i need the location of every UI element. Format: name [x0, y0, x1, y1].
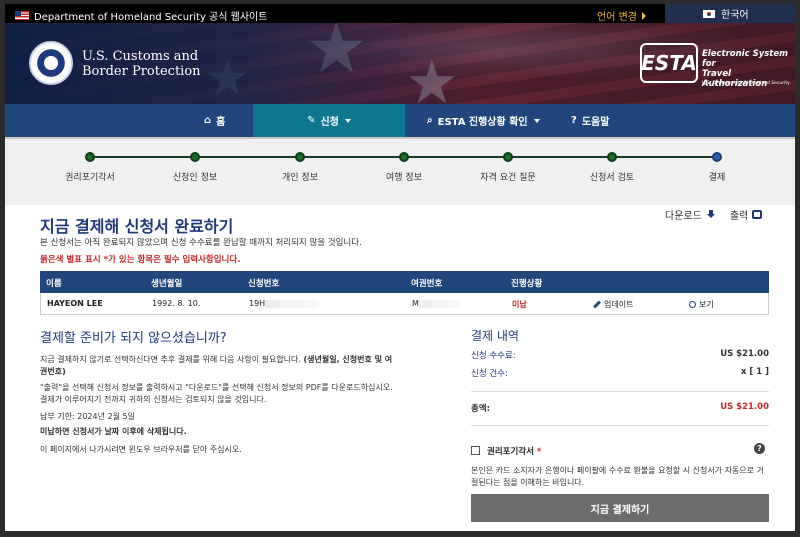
cbp-logo-text[interactable]: U.S. Customs and Border Protection [82, 49, 201, 79]
page-actions: 다운로드 출력 [665, 207, 763, 222]
print-link[interactable]: 출력 [730, 207, 763, 222]
pencil-icon: ✎ [307, 115, 316, 126]
applicant-dob: 1992. 8. 10. [152, 299, 201, 308]
progress-step-dot [295, 152, 305, 162]
passport-number: M [412, 299, 459, 308]
question-icon: ? [571, 115, 577, 126]
chevron-down-icon [344, 118, 351, 123]
nav-home[interactable]: ⌂ 홈 [204, 104, 225, 137]
progress-step-label: 개인 정보 [282, 173, 318, 183]
top-bar: Department of Homeland Security 공식 웹사이트 … [5, 4, 795, 23]
progress-step-label: 신청인 정보 [172, 173, 218, 183]
payment-summary-heading: 결제 내역 [471, 329, 519, 343]
language-change-link[interactable]: 언어 변경 [597, 8, 646, 23]
progress-step-dot [190, 152, 200, 162]
search-icon [689, 301, 696, 308]
col-dob: 생년월일 [151, 279, 183, 289]
incomplete-notice: 본 신청서는 아직 완료되지 않았으며 신청 수수료를 완납할 때까지 처리되지… [40, 238, 362, 248]
count-value: x [ 1 ] [740, 367, 769, 377]
help-icon[interactable]: ? [754, 443, 765, 454]
site-header: ★ ★ ★ U.S. Customs and Border Protection… [5, 23, 795, 104]
col-name: 이름 [46, 279, 62, 289]
col-status: 진행상황 [511, 279, 543, 289]
esta-logo[interactable]: ESTA Electronic System for Travel Author… [640, 43, 790, 89]
download-icon [706, 209, 716, 220]
refund-disclaimer: 본인은 카드 소지자가 은행이나 페이팔에 수수료 환불을 요청할 시 신청서가… [471, 466, 764, 487]
divider [471, 391, 769, 392]
application-table: 이름 생년월일 신청번호 여권번호 진행상황 HAYEON LEE 1992. … [40, 271, 769, 315]
official-site-label: Department of Homeland Security 공식 웹사이트 [34, 12, 268, 23]
deletion-warning: 미납하면 신청서가 날짜 이후에 삭제됩니다. [40, 427, 187, 436]
progress-step-label: 결제 [708, 173, 726, 183]
application-number: 19H [249, 299, 320, 308]
progress-step-dot [712, 152, 722, 162]
not-ready-section: 결제할 준비가 되지 않으셨습니까? 지금 결제하지 않기로 선택하신다면 추후… [40, 327, 395, 456]
progress-step-dot [503, 152, 513, 162]
progress-step-label: 여행 정보 [386, 173, 422, 183]
korea-flag-icon [703, 9, 715, 18]
progress-step-label: 자격 요건 질문 [480, 173, 536, 183]
waiver-checkbox-label[interactable]: 권리포기각서 * [487, 445, 541, 457]
esta-subtitle: U.S. Department of Homeland Security [702, 81, 790, 86]
main-content: 지금 결제해 신청서 완료하기 다운로드 출력 본 신청서는 아직 완료되지 않… [5, 205, 795, 531]
due-date: 납부 기한: 2024년 2월 5일 [40, 412, 135, 421]
download-link[interactable]: 다운로드 [665, 207, 716, 222]
print-icon [752, 210, 763, 219]
table-header: 이름 생년월일 신청번호 여권번호 진행상황 [40, 271, 769, 293]
us-flag-icon [15, 11, 29, 20]
pencil-icon [593, 300, 601, 309]
current-language: 한국어 [721, 10, 749, 21]
page-title: 지금 결제해 신청서 완료하기 [40, 217, 234, 236]
caret-right-icon [641, 12, 646, 20]
progress-step-dot [85, 152, 95, 162]
total-value: US $21.00 [720, 402, 769, 412]
redacted-block [418, 299, 459, 308]
view-link[interactable]: 보기 [689, 299, 714, 310]
col-app-no: 신청번호 [248, 279, 280, 289]
language-change-label: 언어 변경 [597, 12, 637, 23]
applicant-name: HAYEON LEE [47, 299, 103, 308]
progress-step-dot [607, 152, 617, 162]
chevron-down-icon [533, 118, 540, 123]
progress-tracker: 권리포기각서 신청인 정보 개인 정보 여행 정보 자격 요건 질문 신청서 검토 결제 [5, 137, 795, 205]
not-ready-heading: 결제할 준비가 되지 않으셨습니까? [40, 331, 227, 346]
home-icon: ⌂ [204, 115, 212, 126]
required-notice: 붉은색 별표 표시 *가 있는 항목은 필수 입력사항입니다. [40, 255, 241, 265]
official-site-banner: Department of Homeland Security 공식 웹사이트 [15, 8, 267, 23]
fee-value: US $21.00 [720, 349, 769, 359]
payment-summary: 결제 내역 신청 수수료: US $21.00 신청 건수: x [ 1 ] 총… [471, 327, 769, 522]
leave-info: 이 페이지에서 나가시려면 윈도우 브라우저를 닫아 주십시오. [40, 445, 242, 454]
table-row: HAYEON LEE 1992. 8. 10. 19H M 미납 업데이트 보기 [40, 293, 769, 315]
language-select[interactable]: 한국어 [665, 4, 795, 23]
nav-apply[interactable]: ✎ 신청 [253, 104, 405, 137]
later-payment-info: 지금 결제하지 않기로 선택하신다면 추후 결제를 위해 다음 사항이 필요합니… [40, 355, 393, 376]
progress-step-dot [399, 152, 409, 162]
status-badge: 미납 [512, 300, 527, 309]
divider [471, 425, 769, 426]
redacted-block [265, 299, 320, 308]
pay-now-button[interactable]: 지금 결제하기 [471, 494, 769, 522]
dhs-seal-logo[interactable] [29, 41, 73, 85]
waiver-checkbox[interactable] [471, 446, 480, 455]
update-link[interactable]: 업데이트 [593, 299, 633, 310]
progress-step-label: 신청서 검토 [589, 173, 635, 183]
print-download-info: "출력"을 선택해 신청서 정보를 출력하시고 "다운로드"를 선택해 신청서 … [40, 383, 393, 404]
main-nav: ⌂ 홈 ✎ 신청 ⌕ ESTA 진행상황 확인 ? 도움말 [5, 104, 795, 137]
nav-help[interactable]: ? 도움말 [571, 104, 609, 137]
progress-step-label: 권리포기각서 [65, 173, 115, 183]
col-passport: 여권번호 [411, 279, 443, 289]
nav-status[interactable]: ⌕ ESTA 진행상황 확인 [427, 104, 540, 137]
esta-mark: ESTA [640, 43, 698, 83]
search-icon: ⌕ [427, 115, 433, 126]
